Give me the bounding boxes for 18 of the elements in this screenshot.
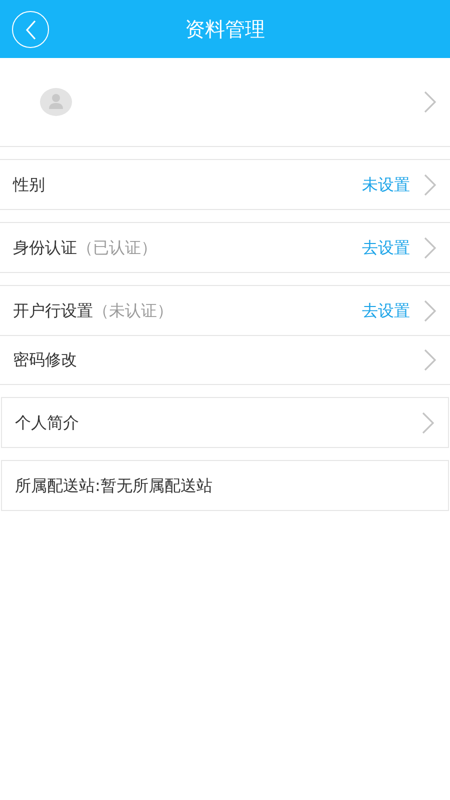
status-note: （已认证）	[77, 236, 157, 258]
back-button[interactable]	[12, 11, 49, 48]
chevron-right-icon	[423, 298, 437, 322]
row-label: 密码修改	[13, 349, 77, 371]
status-note: （未认证）	[93, 300, 173, 322]
page-title: 资料管理	[185, 16, 265, 43]
chevron-right-icon	[423, 90, 437, 114]
row-label: 性别	[13, 174, 45, 196]
row-label: 开户行设置	[13, 300, 93, 322]
chevron-right-icon	[423, 236, 437, 260]
row-label: 所属配送站:暂无所属配送站	[15, 474, 212, 496]
chevron-right-icon	[423, 348, 437, 372]
avatar-icon	[40, 88, 72, 116]
row-label: 个人简介	[15, 412, 79, 434]
back-icon	[24, 20, 36, 40]
row-label: 身份认证	[13, 236, 77, 258]
chevron-right-icon	[423, 172, 437, 196]
chevron-right-icon	[421, 410, 435, 434]
